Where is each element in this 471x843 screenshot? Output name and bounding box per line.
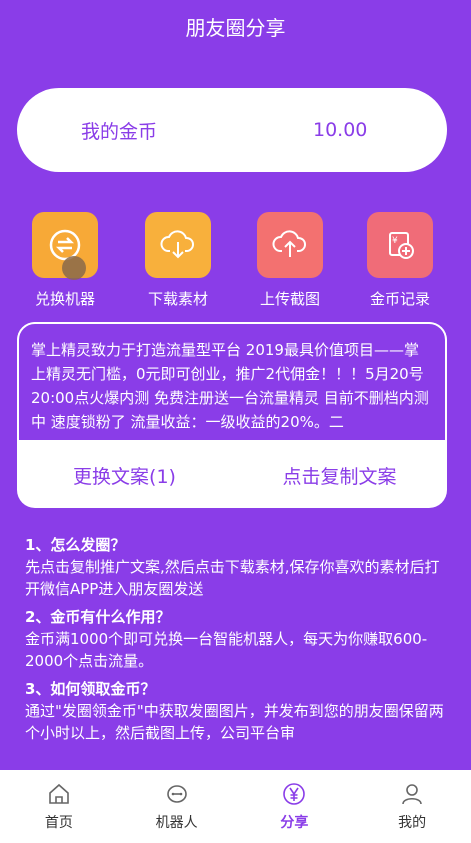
action-label: 兑换机器: [34, 290, 95, 308]
tab-home[interactable]: 首页: [0, 770, 118, 843]
promo-copy-text: 掌上精灵致力于打造流量型平台 2019最具价值项目——掌上精灵无门槛，0元即可创…: [17, 322, 447, 442]
coin-record-icon: ¥: [389, 232, 414, 259]
action-grid: 兑换机器 下载素材 上传截图 ¥ 金币记录: [0, 212, 471, 312]
exchange-machine-button[interactable]: 兑换机器: [20, 212, 110, 309]
coin-label: 我的金币: [81, 120, 158, 143]
page-title: 朋友圈分享: [185, 15, 286, 40]
copy-text-button[interactable]: 点击复制文案: [232, 462, 447, 489]
tab-label: 分享: [280, 815, 309, 831]
action-label: 金币记录: [369, 290, 430, 308]
home-icon: [49, 783, 69, 804]
svg-text:¥: ¥: [392, 236, 398, 246]
tab-label: 机器人: [155, 815, 198, 831]
promo-copy-card: 掌上精灵致力于打造流量型平台 2019最具价值项目——掌上精灵无门槛，0元即可创…: [17, 322, 447, 508]
bottom-tab-bar: 首页 机器人 分享 我的: [0, 770, 471, 843]
tab-robot[interactable]: 机器人: [118, 770, 236, 843]
cloud-download-icon: [160, 230, 194, 259]
tab-share[interactable]: 分享: [236, 770, 354, 843]
faq-question: 3、如何领取金币？: [25, 680, 156, 698]
cloud-upload-icon: [272, 230, 306, 257]
touch-indicator: [62, 256, 86, 280]
faq-question: 2、金币有什么作用？: [25, 608, 171, 626]
faq-section: 1、怎么发圈？ 先点击复制推广文案,然后点击下载素材,保存你喜欢的素材后打开微信…: [25, 530, 445, 750]
tab-label: 首页: [44, 815, 73, 831]
my-coins-card: 我的金币 10.00: [17, 88, 447, 172]
coin-value: 10.00: [313, 119, 368, 141]
upload-screenshot-button[interactable]: 上传截图: [245, 212, 335, 309]
tab-label: 我的: [398, 815, 427, 831]
yen-icon: [283, 783, 306, 805]
action-label: 下载素材: [147, 290, 208, 308]
faq-answer: 先点击复制推广文案,然后点击下载素材,保存你喜欢的素材后打开微信APP进入朋友圈…: [25, 558, 440, 598]
action-label: 上传截图: [259, 290, 320, 308]
coin-record-button[interactable]: ¥ 金币记录: [355, 212, 445, 309]
faq-answer: 金币满1000个即可兑换一台智能机器人，每天为你赚取600-2000个点击流量。: [25, 630, 428, 670]
faq-question: 1、怎么发圈？: [25, 536, 126, 554]
change-copy-button[interactable]: 更换文案(1): [17, 462, 232, 489]
download-material-button[interactable]: 下载素材: [133, 212, 223, 309]
tab-mine[interactable]: 我的: [353, 770, 471, 843]
user-icon: [402, 784, 422, 805]
robot-icon: [166, 785, 187, 803]
faq-answer: 通过"发圈领金币"中获取发圈图片，并发布到您的朋友圈保留两个小时以上，然后截图上…: [25, 702, 444, 742]
